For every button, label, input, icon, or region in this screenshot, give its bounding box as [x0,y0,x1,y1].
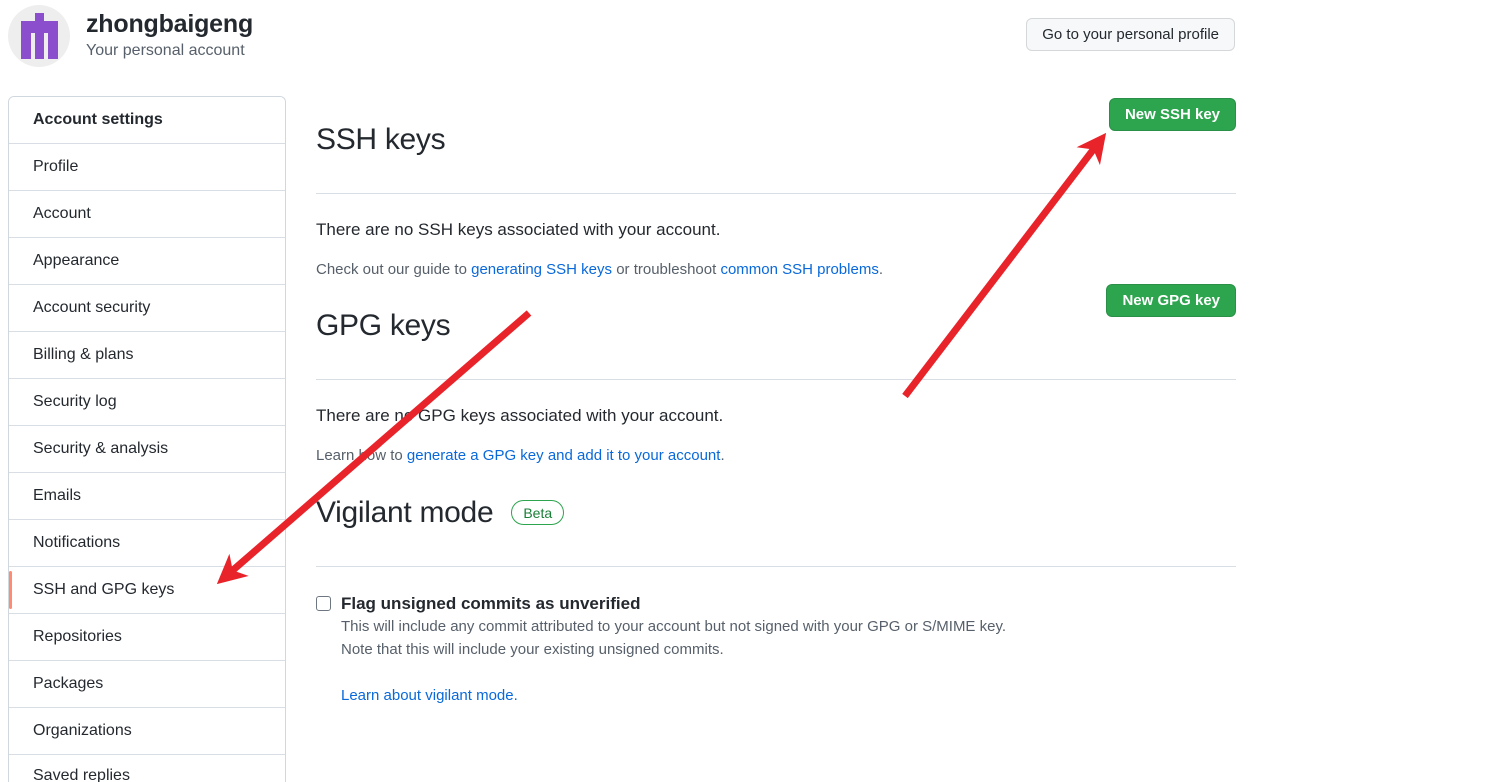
ssh-keys-section-header: SSH keys New SSH key [316,96,1236,194]
sidebar-item-saved-replies[interactable]: Saved replies [9,755,285,782]
ssh-keys-empty-message: There are no SSH keys associated with yo… [316,219,721,239]
sidebar-item-account-settings: Account settings [9,97,285,144]
sidebar-item-label: Notifications [33,534,121,551]
vigilant-note-line-1: This will include any commit attributed … [341,617,1007,635]
vigilant-mode-section: Vigilant mode Beta Flag unsigned commits… [316,469,1236,704]
vigilant-note-line-2: Note that this will include your existin… [341,640,724,658]
ssh-help-suffix: . [878,260,883,278]
sidebar-item-label: Saved replies [33,767,130,782]
sidebar-item-label: Appearance [33,252,120,269]
sidebar-item-label: Organizations [33,722,132,739]
ssh-keys-help-text: Check out our guide to generating SSH ke… [316,259,1236,281]
go-to-personal-profile-button[interactable]: Go to your personal profile [1026,18,1235,51]
sidebar-item-label: Account [33,205,91,222]
github-ssh-gpg-keys-settings-page: zhongbaigeng Your personal account Go to… [0,0,1498,782]
sidebar-item-label: Packages [33,675,104,692]
account-header: zhongbaigeng Your personal account Go to… [0,0,1498,88]
sidebar-item-appearance[interactable]: Appearance [9,238,285,285]
settings-sidebar: Account settings Profile Account Appeara… [8,96,286,782]
flag-unsigned-commits-label[interactable]: Flag unsigned commits as unverified [341,593,1006,615]
ssh-help-prefix: Check out our guide to [316,260,472,278]
avatar[interactable] [8,5,70,67]
sidebar-item-label: Emails [33,487,82,504]
sidebar-item-account-security[interactable]: Account security [9,285,285,332]
sidebar-item-label: Account settings [33,111,163,128]
gpg-keys-help-text: Learn how to generate a GPG key and add … [316,445,1236,467]
common-ssh-problems-link[interactable]: common SSH problems [720,261,878,278]
vigilant-mode-section-header: Vigilant mode Beta [316,469,1236,567]
sidebar-item-label: Profile [33,158,79,175]
sidebar-item-billing-and-plans[interactable]: Billing & plans [9,332,285,379]
account-username: zhongbaigeng [86,10,254,38]
gpg-help-suffix: . [720,446,725,464]
ssh-help-middle: or troubleshoot [612,260,721,278]
new-ssh-key-button[interactable]: New SSH key [1108,98,1236,131]
sidebar-item-security-log[interactable]: Security log [9,379,285,426]
sidebar-item-label: Account security [33,299,151,316]
gpg-keys-section-header: GPG keys New GPG key [316,282,1236,380]
vigilant-mode-title: Vigilant mode [316,495,494,529]
sidebar-item-notifications[interactable]: Notifications [9,520,285,567]
flag-unsigned-commits-checkbox[interactable] [316,595,331,611]
generating-ssh-keys-link[interactable]: generating SSH keys [471,261,612,278]
sidebar-item-label: Security log [33,393,117,410]
gpg-help-prefix: Learn how to [316,446,407,464]
sidebar-item-ssh-and-gpg-keys[interactable]: SSH and GPG keys [9,567,285,614]
sidebar-item-label: Billing & plans [33,346,134,363]
new-gpg-key-button[interactable]: New GPG key [1106,284,1236,317]
generate-gpg-key-link[interactable]: generate a GPG key and add it to your ac… [407,447,721,464]
sidebar-item-account[interactable]: Account [9,191,285,238]
sidebar-item-repositories[interactable]: Repositories [9,614,285,661]
avatar-identicon-icon [21,13,58,59]
sidebar-item-label: SSH and GPG keys [33,581,175,598]
account-subtitle: Your personal account [86,42,245,59]
gpg-keys-section: GPG keys New GPG key There are no GPG ke… [316,282,1236,482]
learn-about-vigilant-mode-link[interactable]: Learn about vigilant mode. [341,687,1006,704]
sidebar-item-label: Security & analysis [33,440,169,457]
gpg-keys-title: GPG keys [316,308,451,342]
beta-badge: Beta [511,500,565,526]
sidebar-item-label: Repositories [33,628,122,645]
gpg-keys-empty-message: There are no GPG keys associated with yo… [316,405,724,425]
sidebar-item-security-and-analysis[interactable]: Security & analysis [9,426,285,473]
sidebar-item-packages[interactable]: Packages [9,661,285,708]
sidebar-item-emails[interactable]: Emails [9,473,285,520]
ssh-keys-title: SSH keys [316,122,446,156]
sidebar-item-profile[interactable]: Profile [9,144,285,191]
sidebar-item-organizations[interactable]: Organizations [9,708,285,755]
flag-unsigned-commits-row: Flag unsigned commits as unverified This… [316,593,1236,704]
flag-unsigned-commits-body: Flag unsigned commits as unverified This… [341,593,1006,704]
ssh-keys-section: SSH keys New SSH key There are no SSH ke… [316,96,1236,296]
